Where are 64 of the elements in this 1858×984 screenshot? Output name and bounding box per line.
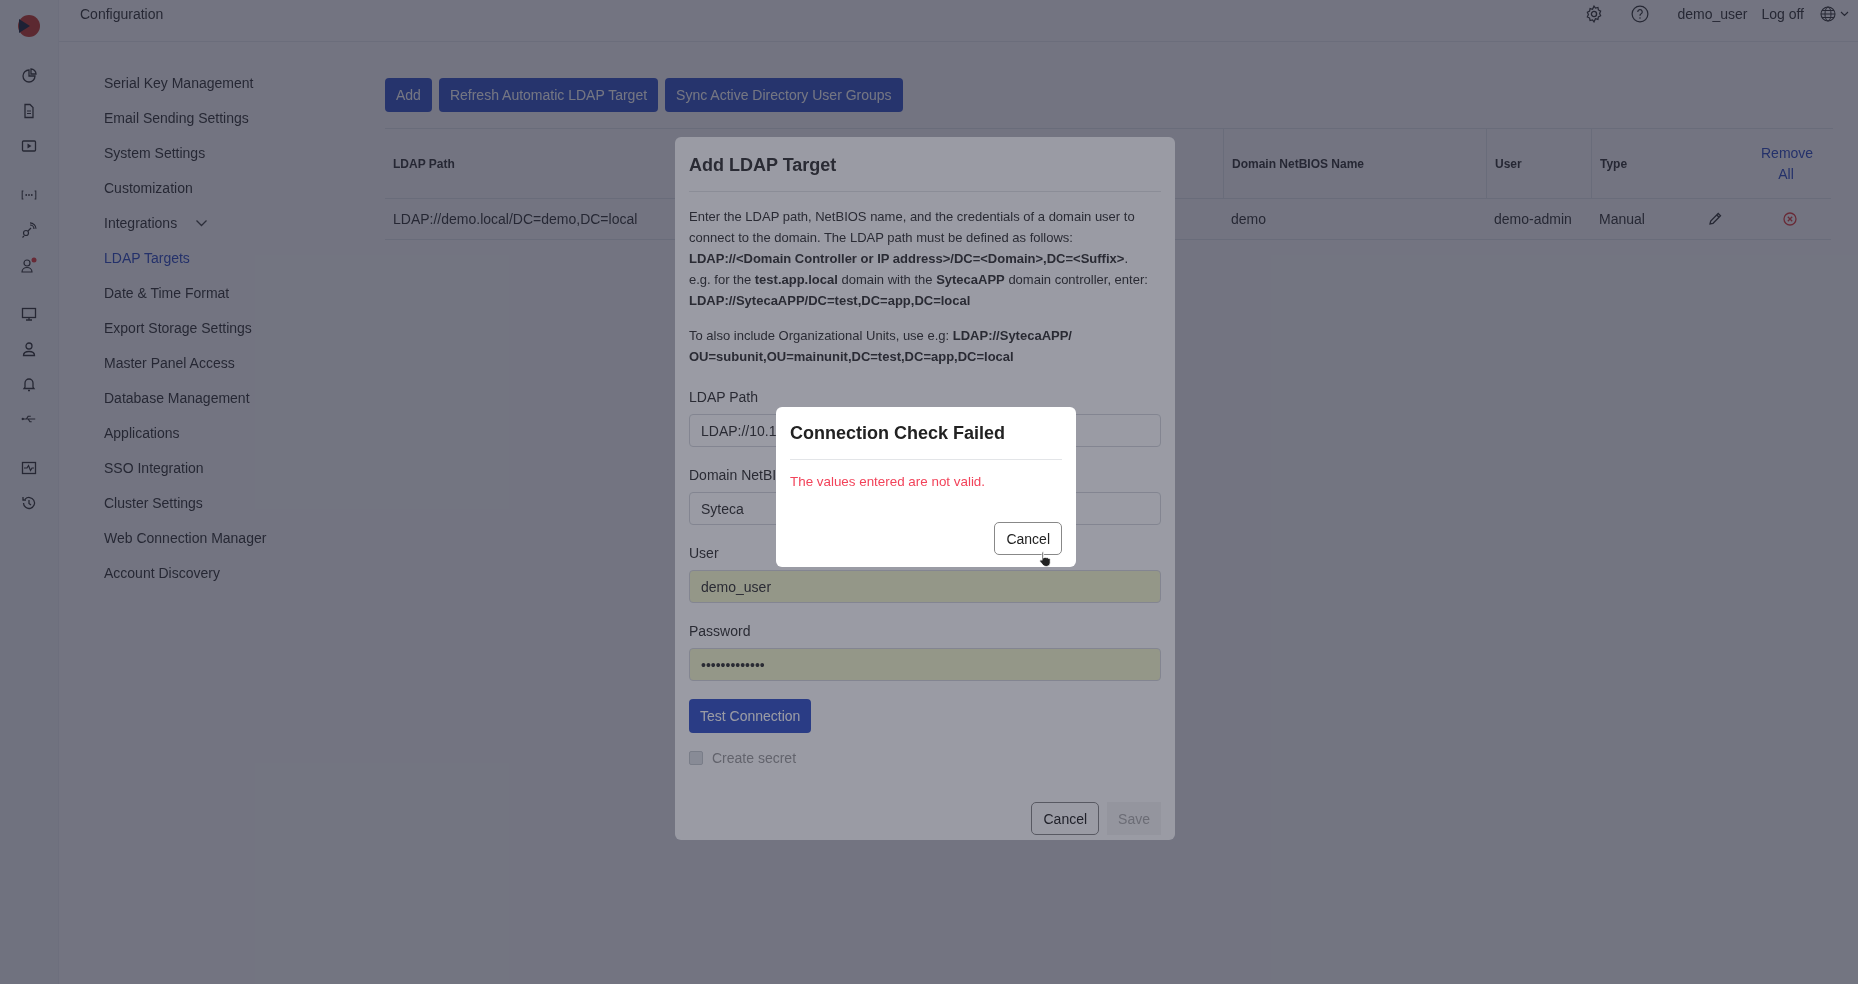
nav-item[interactable]: Export Storage Settings (104, 310, 252, 345)
table-cell: LDAP://demo.local/DC=demo,DC=local (393, 211, 638, 227)
field-label: Domain NetBI (689, 467, 777, 483)
nav-item[interactable]: Serial Key Management (104, 65, 254, 100)
alert-cancel-button[interactable]: Cancel (994, 522, 1062, 555)
toolbar-button[interactable]: Refresh Automatic LDAP Target (438, 78, 659, 112)
table-cell: Manual (1599, 211, 1645, 227)
error-message: The values entered are not valid. (790, 474, 987, 489)
field-label: Password (689, 623, 751, 639)
bell-icon[interactable] (21, 376, 37, 392)
help-icon[interactable] (1631, 5, 1650, 23)
test-connection-button[interactable]: Test Connection (689, 699, 812, 733)
checkbox-label: Create secret (712, 750, 797, 766)
nav-item[interactable]: Web Connection Manager (104, 520, 267, 555)
input-field[interactable]: demo_user (689, 570, 1161, 603)
play-icon[interactable] (21, 138, 37, 154)
dialog-title: Add LDAP Target (689, 154, 838, 177)
nav-item[interactable]: Database Management (104, 380, 250, 415)
nav-group-item[interactable]: Integrations (104, 205, 209, 240)
pie-chart-icon[interactable] (21, 68, 37, 84)
cancel-button[interactable]: Cancel (1031, 802, 1100, 835)
table-cell: demo-admin (1494, 211, 1572, 227)
column-header: User (1495, 156, 1522, 171)
toolbar-button[interactable]: Add (385, 78, 432, 112)
remove-all-link[interactable]: Remove All (1761, 142, 1811, 185)
example-text: e.g. for the test.app.local domain with the SytecaAPP domain controller, enter: LDAP://SytecaAPP/DC=test,DC=app,DC=local (689, 271, 1149, 310)
username-link[interactable]: demo_user (1677, 6, 1748, 22)
instructions-text: Enter the LDAP path, NetBIOS name, and the credentials of a domain user to connect to the domain. The LDAP path must be defined as follows: LDAP://<Domain Controller or IP address>/DC=<Domain>,DC=<Suffix>. (689, 208, 1136, 268)
nav-item[interactable]: LDAP Targets (104, 240, 190, 275)
field-label: LDAP Path (689, 389, 758, 405)
nav-item[interactable]: Cluster Settings (104, 485, 203, 520)
logoff-link[interactable]: Log off (1761, 6, 1804, 22)
nav-item[interactable]: Master Panel Access (104, 345, 235, 380)
column-header: Domain NetBIOS Name (1232, 156, 1365, 171)
history-icon[interactable] (21, 495, 37, 511)
password-icon[interactable] (21, 187, 37, 203)
monitor-icon[interactable] (21, 306, 37, 322)
organizational-units-hint: To also include Organizational Units, use e.g: LDAP://SytecaAPP/ OU=subunit,OU=mainunit,DC=test,DC=app,DC=local (689, 327, 1073, 366)
document-icon[interactable] (21, 103, 37, 119)
chevron-down-icon (195, 218, 209, 227)
nav-item[interactable]: System Settings (104, 135, 206, 170)
nav-item[interactable]: Email Sending Settings (104, 100, 249, 135)
column-header: Type (1600, 156, 1628, 171)
table-cell: demo (1231, 211, 1267, 227)
column-header: LDAP Path (393, 156, 455, 171)
page-title: Configuration (80, 6, 164, 22)
users-alert-icon[interactable] (21, 257, 37, 273)
nav-item[interactable]: Account Discovery (104, 555, 220, 590)
activity-monitor-icon[interactable] (21, 460, 37, 476)
key-signal-icon[interactable] (21, 222, 37, 238)
remove-circle-icon[interactable] (1782, 211, 1798, 227)
alert-title: Connection Check Failed (790, 422, 1007, 445)
logo-icon[interactable] (17, 14, 41, 38)
nav-item[interactable]: SSO Integration (104, 450, 204, 485)
language-globe-icon[interactable] (1820, 6, 1850, 22)
nav-item[interactable]: Applications (104, 415, 180, 450)
user-icon[interactable] (21, 341, 37, 357)
input-field[interactable]: ••••••••••••• (689, 648, 1161, 681)
settings-icon[interactable] (1585, 5, 1604, 23)
nav-item[interactable]: Date & Time Format (104, 275, 230, 310)
nav-item[interactable]: Customization (104, 170, 193, 205)
field-label: User (689, 545, 719, 561)
toolbar-button[interactable]: Sync Active Directory User Groups (665, 78, 903, 112)
edit-pencil-icon[interactable] (1707, 211, 1723, 227)
